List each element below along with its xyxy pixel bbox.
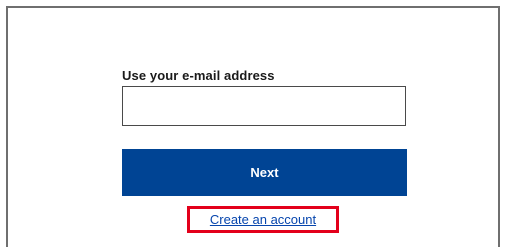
create-account-highlight-box: Create an account: [187, 206, 339, 233]
next-button[interactable]: Next: [122, 149, 407, 196]
email-label: Use your e-mail address: [122, 68, 275, 83]
create-account-link[interactable]: Create an account: [190, 209, 336, 230]
login-panel: Use your e-mail address Next Create an a…: [6, 6, 500, 247]
email-input[interactable]: [122, 86, 406, 126]
